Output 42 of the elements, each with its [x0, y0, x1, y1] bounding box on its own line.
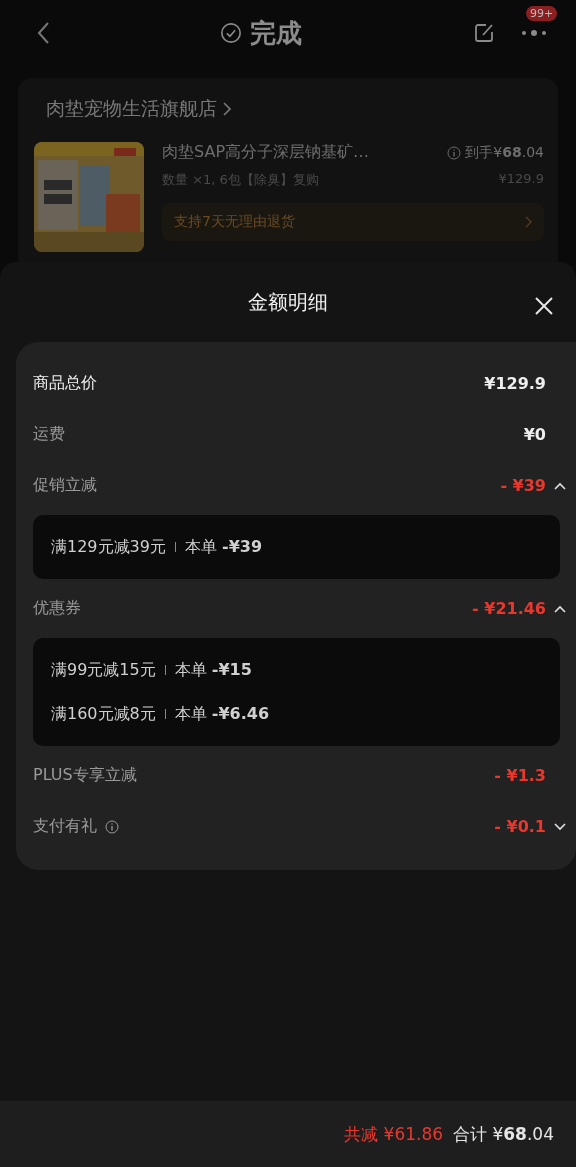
product-name: 肉垫SAP高分子深层钠基矿… [162, 142, 371, 163]
discount-deduction: 本单 -¥6.46 [174, 703, 270, 725]
info-icon [447, 145, 462, 160]
row-amount: - ¥1.3 [494, 766, 546, 785]
separator [164, 665, 166, 675]
row-label: 商品总价 [33, 373, 97, 394]
discount-condition: 满160元减8元 [51, 703, 156, 725]
share-icon[interactable] [472, 21, 496, 45]
return-policy-banner[interactable]: 支持7天无理由退货 [162, 203, 544, 241]
discount-deduction: 本单 -¥15 [174, 659, 252, 681]
discount-deduction: 本单 -¥39 [184, 536, 263, 558]
chevron-right-icon [223, 102, 231, 116]
total-amount: 合计 ¥68.04 [453, 1122, 554, 1146]
page-title: 完成 [250, 16, 302, 50]
chevron-right-icon [525, 216, 532, 228]
close-icon[interactable] [534, 296, 554, 316]
discount-condition: 满129元减39元 [51, 536, 166, 558]
caret-icon[interactable] [554, 481, 566, 490]
row-label: PLUS专享立减 [33, 765, 137, 786]
row-label: 运费 [33, 424, 65, 445]
more-icon[interactable] [520, 28, 548, 38]
row-amount: ¥129.9 [484, 374, 546, 393]
row-label: 支付有礼 [33, 816, 97, 837]
discount-condition: 满99元减15元 [51, 659, 156, 681]
row-label: 促销立减 [33, 475, 97, 496]
caret-icon[interactable] [554, 822, 566, 831]
check-circle-icon [220, 22, 242, 44]
row-amount: - ¥0.1 [494, 817, 546, 836]
row-amount: ¥0 [523, 425, 546, 444]
row-amount: - ¥21.46 [472, 599, 546, 618]
separator [164, 709, 166, 719]
caret-icon[interactable] [554, 604, 566, 613]
back-icon[interactable] [36, 21, 50, 45]
notification-badge: 99+ [526, 6, 558, 21]
separator [174, 542, 176, 552]
row-label: 优惠券 [33, 598, 81, 619]
final-price: 到手¥68.04 [465, 143, 544, 162]
row-amount: - ¥39 [500, 476, 546, 495]
sheet-title: 金额明细 [248, 288, 328, 316]
original-price: ¥129.9 [498, 171, 544, 188]
total-saved: 共减 ¥61.86 [344, 1122, 444, 1146]
store-name[interactable]: 肉垫宠物生活旗舰店 [46, 96, 217, 122]
